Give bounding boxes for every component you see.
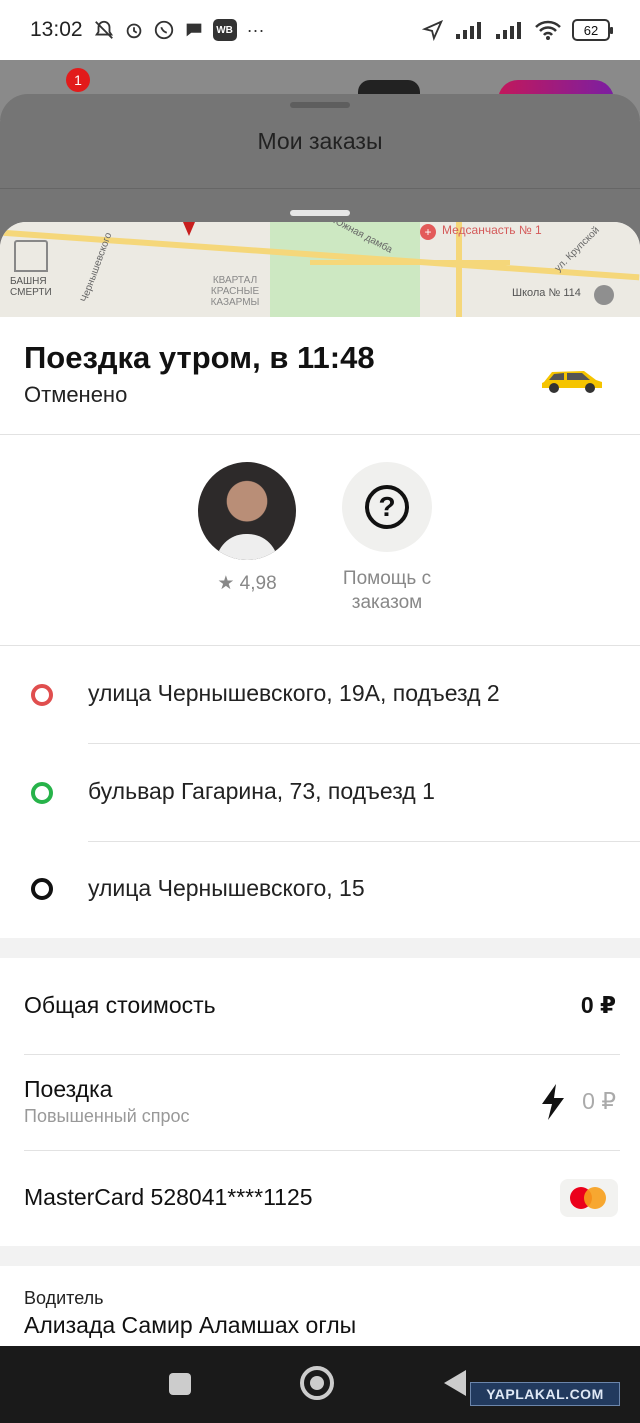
map-label-district: КВАРТАЛ КРАСНЫЕ КАЗАРМЫ xyxy=(210,275,260,308)
divider xyxy=(24,1054,620,1055)
route-address: улица Чернышевского, 15 xyxy=(88,875,365,901)
route-address: бульвар Гагарина, 73, подъезд 1 xyxy=(88,778,435,804)
status-bar: 13:02 WB ··· 62 xyxy=(0,0,640,60)
signal-icon xyxy=(494,19,524,41)
map-label-school: Школа № 114 xyxy=(512,287,581,299)
help-label[interactable]: Помощь с заказом xyxy=(322,567,452,615)
pickup-dot-icon xyxy=(31,684,53,706)
route-item-pickup[interactable]: улица Чернышевского, 19А, подъезд 2 xyxy=(0,646,640,744)
trip-detail-card: + Медсанчасть № 1 Южная дамба ул. Крупск… xyxy=(0,222,640,1346)
more-icon: ··· xyxy=(246,19,265,40)
battery-icon: 62 xyxy=(572,19,613,41)
surge-bolt-icon xyxy=(542,1084,564,1120)
stop-dot-icon xyxy=(31,782,53,804)
mute-icon xyxy=(93,19,115,41)
location-icon xyxy=(422,19,444,41)
help-button[interactable]: ? xyxy=(342,462,432,552)
notification-badge: 1 xyxy=(66,68,90,92)
driver-rating: ★ 4,98 xyxy=(217,573,277,594)
destination-dot-icon xyxy=(31,878,53,900)
map-marker-icon xyxy=(183,222,195,236)
ride-value: 0 ₽ xyxy=(582,1088,616,1114)
orders-sheet-title: Мои заказы xyxy=(257,128,383,154)
divider xyxy=(0,434,640,435)
avatar-shirt xyxy=(216,534,278,560)
route-map[interactable]: + Медсанчасть № 1 Южная дамба ул. Крупск… xyxy=(0,222,640,317)
clock: 13:02 xyxy=(30,18,83,41)
chat-icon xyxy=(183,19,205,41)
notification-icons: WB ··· xyxy=(93,19,267,41)
divider xyxy=(0,188,640,189)
driver-label: Водитель xyxy=(24,1288,104,1308)
route-address: улица Чернышевского, 19А, подъезд 2 xyxy=(88,680,500,706)
watermark: YAPLAKAL.COM xyxy=(470,1382,620,1406)
driver-avatar[interactable] xyxy=(198,462,296,560)
alarm-icon xyxy=(123,19,145,41)
whatsapp-icon xyxy=(153,19,175,41)
mastercard-circle xyxy=(584,1187,606,1209)
system-navbar: YAPLAKAL.COM xyxy=(0,1346,640,1423)
landmark-icon xyxy=(14,240,48,272)
mastercard-icon xyxy=(560,1179,618,1217)
wb-icon: WB xyxy=(212,19,237,41)
home-button[interactable] xyxy=(300,1366,334,1400)
map-label-landmark: БАШНЯ СМЕРТИ xyxy=(10,276,52,298)
hospital-icon: + xyxy=(420,224,436,240)
question-icon: ? xyxy=(365,485,409,529)
map-label-hospital: Медсанчасть № 1 xyxy=(442,223,542,237)
payment-card-label: MasterCard 528041****1125 xyxy=(24,1184,313,1210)
trip-status: Отменено xyxy=(24,382,128,407)
route-item-destination[interactable]: улица Чернышевского, 15 xyxy=(0,842,640,939)
taxi-icon xyxy=(542,371,602,393)
ride-surge-label: Повышенный спрос xyxy=(24,1106,190,1126)
trip-header: Поездка утром, в 11:48 Отменено xyxy=(24,340,375,408)
sheet-handle[interactable] xyxy=(290,102,350,108)
school-icon xyxy=(594,285,614,305)
map-park xyxy=(270,222,420,317)
ride-label: Поездка xyxy=(24,1076,113,1102)
signal-icon xyxy=(454,19,484,41)
total-cost-value: 0 ₽ xyxy=(580,992,616,1018)
back-button[interactable] xyxy=(444,1370,466,1396)
section-gap xyxy=(0,938,640,958)
section-gap xyxy=(0,1246,640,1266)
divider xyxy=(24,1150,620,1151)
map-road xyxy=(310,260,510,265)
recents-button[interactable] xyxy=(169,1373,191,1395)
card-handle[interactable] xyxy=(290,210,350,216)
map-label-street: ул. Крупской xyxy=(552,224,602,275)
total-cost-label: Общая стоимость xyxy=(24,992,216,1018)
driver-name: Ализада Самир Аламшах оглы xyxy=(24,1312,357,1338)
wifi-icon xyxy=(534,19,562,41)
trip-title: Поездка утром, в 11:48 xyxy=(24,340,375,375)
route-item-stop[interactable]: бульвар Гагарина, 73, подъезд 1 xyxy=(0,744,640,842)
